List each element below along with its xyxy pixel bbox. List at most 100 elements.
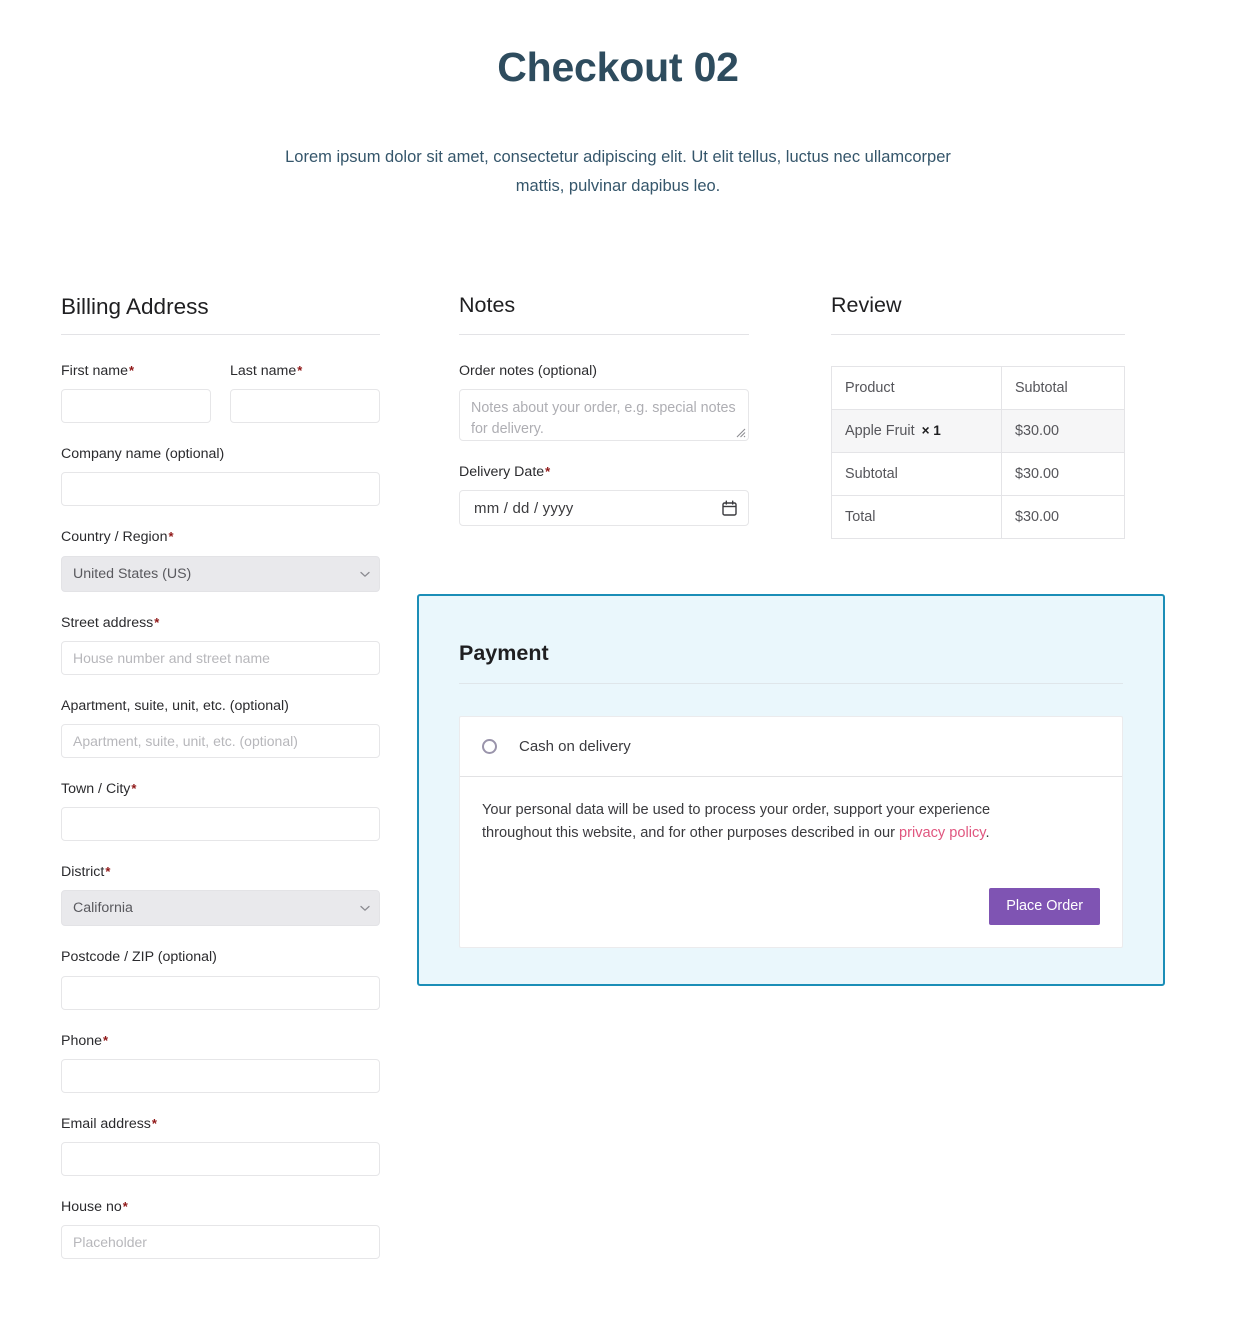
required-marker: *: [297, 363, 303, 379]
phone-label-text: Phone: [61, 1032, 103, 1049]
review-heading: Review: [831, 292, 902, 317]
house-no-label-text: House no: [61, 1198, 122, 1215]
delivery-date-wrap: [459, 490, 749, 527]
required-marker: *: [168, 529, 174, 545]
house-no-label: House no*: [61, 1198, 380, 1217]
town-city-label-text: Town / City: [61, 781, 131, 797]
name-row: First name* Last name*: [61, 362, 380, 424]
field-postcode: Postcode / ZIP (optional): [61, 948, 380, 1010]
country-select-wrap: United States (US): [61, 555, 380, 592]
privacy-section: Your personal data will be used to proce…: [460, 777, 1122, 948]
total-amount: $30.00: [1000, 495, 1126, 540]
company-input[interactable]: [61, 472, 380, 507]
required-marker: *: [103, 1032, 109, 1048]
street-address-label-text: Street address: [61, 614, 154, 631]
field-apartment: Apartment, suite, unit, etc. (optional): [61, 697, 380, 758]
place-order-button[interactable]: Place Order: [989, 888, 1100, 926]
district-label: District*: [61, 863, 380, 882]
email-label-text: Email address: [61, 1115, 151, 1132]
notes-heading-divider: [459, 333, 749, 335]
order-notes-label: Order notes (optional): [459, 362, 598, 379]
country-select[interactable]: United States (US): [61, 555, 380, 592]
product-name: Apple Fruit: [845, 422, 915, 439]
country-label-text: Country / Region: [61, 529, 168, 546]
field-last-name: Last name*: [230, 362, 380, 424]
field-first-name: First name*: [61, 362, 211, 424]
subtotal-label: Subtotal: [831, 452, 1002, 497]
payment-heading-divider: [459, 682, 1123, 684]
district-label-text: District: [61, 864, 105, 881]
payment-method-label: Cash on delivery: [519, 737, 631, 755]
street-address-label: Street address*: [61, 614, 380, 633]
field-district: District* California: [61, 863, 380, 927]
privacy-block: Your personal data will be used to proce…: [460, 777, 1122, 866]
field-email: Email address*: [61, 1115, 380, 1176]
checkout-columns: Billing Address First name* Last name* C…: [0, 292, 1236, 1260]
street-address-input[interactable]: [61, 640, 380, 675]
field-phone: Phone*: [61, 1032, 380, 1093]
review-table-head: Product Subtotal: [831, 365, 1126, 410]
country-label: Country / Region*: [61, 528, 380, 547]
billing-address-section: Billing Address First name* Last name* C…: [61, 292, 380, 1260]
privacy-text-after: .: [985, 825, 990, 842]
district-select[interactable]: California: [61, 890, 380, 927]
review-section: Review Product Subtotal Apple Fruit × 1 $…: [831, 292, 1126, 540]
billing-heading: Billing Address: [61, 293, 209, 319]
table-row: Apple Fruit × 1 $30.00: [831, 408, 1126, 454]
page-title: Checkout 02: [497, 44, 739, 90]
order-notes-textarea[interactable]: [459, 389, 749, 441]
delivery-date-label-text: Delivery Date: [459, 464, 545, 480]
required-marker: *: [151, 1115, 157, 1131]
required-marker: *: [131, 781, 137, 796]
radio-button-icon[interactable]: [482, 738, 497, 754]
postcode-label: Postcode / ZIP (optional): [61, 949, 217, 966]
review-heading-divider: [831, 333, 1125, 335]
privacy-policy-link[interactable]: privacy policy: [899, 825, 986, 841]
field-company: Company name (optional): [61, 445, 380, 507]
apartment-input[interactable]: [61, 724, 380, 758]
payment-methods-card: Cash on delivery Your personal data will…: [459, 715, 1123, 949]
page-subtitle: Lorem ipsum dolor sit amet, consectetur …: [285, 148, 951, 195]
delivery-date-label: Delivery Date*: [459, 463, 749, 482]
notes-section: Notes Order notes (optional) Delivery Da…: [459, 292, 749, 527]
last-name-input[interactable]: [230, 389, 380, 424]
product-quantity: × 1: [921, 422, 941, 438]
order-review-table: Product Subtotal Apple Fruit × 1 $30.00 S…: [831, 365, 1126, 540]
table-header-row: Product Subtotal: [831, 365, 1126, 410]
field-country: Country / Region* United States (US): [61, 528, 380, 592]
delivery-date-input[interactable]: [459, 490, 749, 527]
payment-heading: Payment: [459, 640, 549, 665]
district-select-wrap: California: [61, 890, 380, 927]
product-amount: $30.00: [1000, 408, 1126, 454]
order-notes-wrap: [459, 389, 749, 441]
email-input[interactable]: [61, 1141, 380, 1176]
payment-method-cash-on-delivery[interactable]: Cash on delivery: [460, 717, 1122, 777]
house-no-input[interactable]: [61, 1225, 380, 1260]
town-city-label: Town / City*: [61, 780, 380, 799]
company-label: Company name (optional): [61, 446, 225, 463]
field-order-notes: Order notes (optional): [459, 362, 749, 441]
field-town-city: Town / City*: [61, 780, 380, 842]
phone-input[interactable]: [61, 1058, 380, 1093]
first-name-input[interactable]: [61, 389, 211, 424]
payment-section: Payment Cash on delivery Your personal d…: [417, 593, 1165, 987]
last-name-label-text: Last name: [230, 363, 297, 380]
payment-panel: Payment Cash on delivery Your personal d…: [417, 593, 1165, 987]
phone-label: Phone*: [61, 1032, 380, 1051]
column-header-product: Product: [831, 365, 1002, 410]
town-city-input[interactable]: [61, 807, 380, 842]
required-marker: *: [129, 363, 135, 379]
review-table-body: Apple Fruit × 1 $30.00 Subtotal $30.00 To…: [831, 408, 1126, 540]
last-name-label: Last name*: [230, 362, 380, 381]
field-house-no: House no*: [61, 1198, 380, 1260]
page-header: Checkout 02 Lorem ipsum dolor sit amet, …: [0, 0, 1236, 200]
column-header-subtotal: Subtotal: [1000, 365, 1126, 410]
notes-heading: Notes: [459, 292, 516, 317]
required-marker: *: [105, 864, 111, 880]
field-street-address: Street address*: [61, 614, 380, 675]
postcode-input[interactable]: [61, 975, 380, 1010]
total-label: Total: [831, 495, 1002, 540]
email-label: Email address*: [61, 1115, 380, 1134]
billing-heading-divider: [61, 334, 380, 336]
subtotal-amount: $30.00: [1000, 452, 1126, 497]
